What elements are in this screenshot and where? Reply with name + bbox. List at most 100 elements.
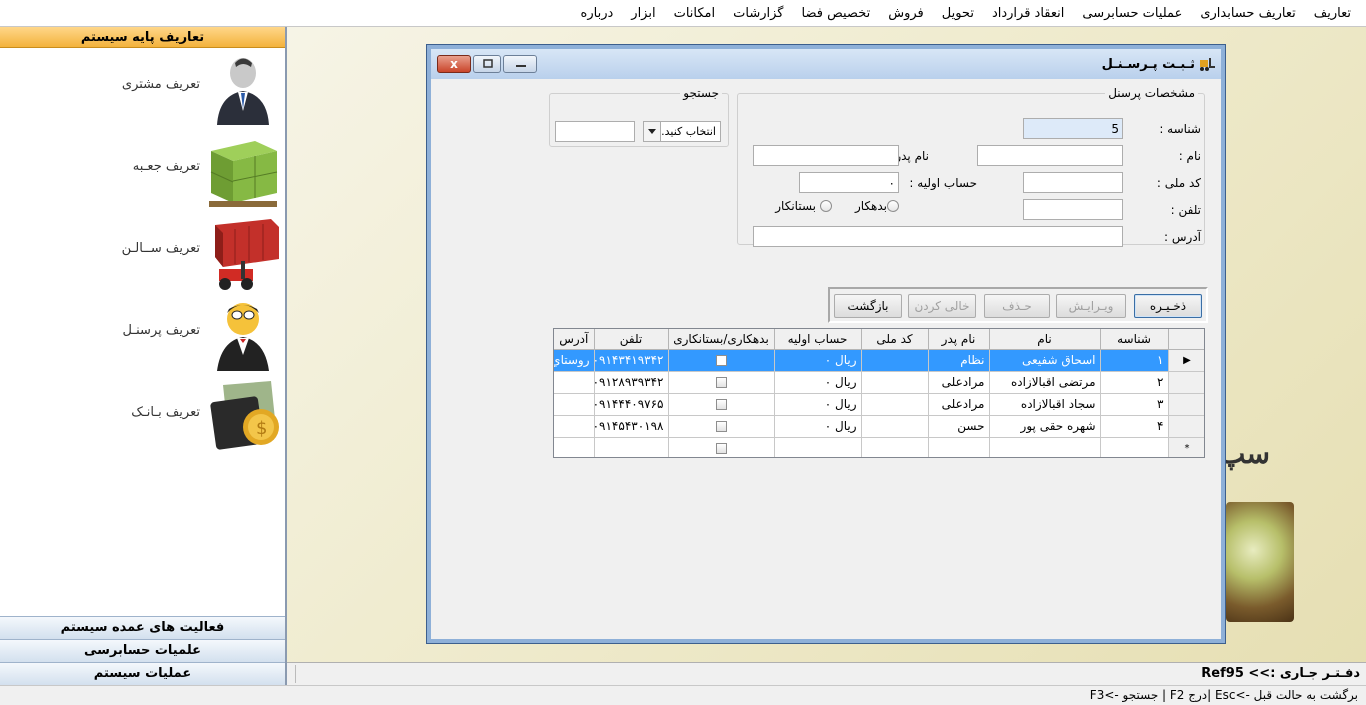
cell-initial-balance[interactable]: ریال ۰	[774, 415, 862, 438]
sidebar-section-main-activities[interactable]: فعالیت های عمده سیستم	[0, 616, 285, 639]
column-header-national-code[interactable]: کد ملی	[861, 329, 929, 350]
sidebar-section-system-operations[interactable]: عملیات سیستم	[0, 662, 285, 685]
back-button[interactable]: بازگشت	[834, 294, 902, 318]
cell-initial-balance[interactable]: ریال ۰	[774, 393, 862, 416]
menu-item-about[interactable]: درباره	[572, 0, 623, 27]
table-row[interactable]: ۳ سجاد اقبالازاده مرادعلی ریال ۰ ۰۹۱۴۴۴۰…	[554, 393, 1204, 416]
cell-name[interactable]: شهره حقی پور	[989, 415, 1101, 438]
menu-item-space-allocation[interactable]: تخصیص فضا	[792, 0, 879, 27]
cell-name[interactable]: اسحاق شفیعی	[989, 349, 1101, 372]
address-field[interactable]	[753, 226, 1123, 247]
sidebar-item-bank[interactable]: تعریف بـانـک $	[0, 377, 285, 457]
cell-address[interactable]	[554, 415, 595, 438]
father-name-field[interactable]	[753, 145, 899, 166]
cell-debit-credit[interactable]	[668, 349, 775, 372]
chevron-down-icon[interactable]	[644, 122, 661, 141]
cell-address[interactable]	[554, 437, 595, 457]
cell-national-code[interactable]	[861, 415, 929, 438]
menu-item-facilities[interactable]: امکانات	[665, 0, 725, 27]
initial-balance-field[interactable]	[799, 172, 899, 193]
creditor-radio[interactable]	[820, 200, 832, 212]
table-row[interactable]: ▶ ۱ اسحاق شفیعی نظام ریال ۰ ۰۹۱۴۳۴۱۹۳۴۲ …	[554, 349, 1204, 372]
cell-debit-credit[interactable]	[668, 371, 775, 394]
debtor-radio[interactable]	[887, 200, 899, 212]
menu-item-audit-operations[interactable]: عملیات حسابرسی	[1073, 0, 1191, 27]
dialog-titlebar[interactable]: ثـبـت پـرسـنـل x	[431, 49, 1221, 79]
edit-button[interactable]: ویـرایـش	[1056, 294, 1126, 318]
cell-national-code[interactable]	[861, 437, 929, 457]
cell-debit-credit[interactable]	[668, 393, 775, 416]
sidebar-item-box[interactable]: تعریف جعـبه	[0, 131, 285, 211]
cell-father[interactable]: مرادعلی	[928, 371, 990, 394]
close-button[interactable]: x	[437, 55, 471, 73]
cell-phone[interactable]: ۰۹۱۲۸۹۳۹۳۴۲	[594, 371, 669, 394]
column-header-address[interactable]: آدرس	[554, 329, 595, 350]
cell-national-code[interactable]	[861, 393, 929, 416]
sidebar-item-hall[interactable]: تعریف ســالـن	[0, 213, 285, 293]
column-header-initial-balance[interactable]: حساب اولیه	[774, 329, 862, 350]
column-header-phone[interactable]: تلفن	[594, 329, 669, 350]
menu-item-contract[interactable]: انعقاد قرارداد	[983, 0, 1073, 27]
delete-button[interactable]: حـذف	[984, 294, 1050, 318]
national-code-field[interactable]	[1023, 172, 1123, 193]
cell-id[interactable]: ۳	[1100, 393, 1169, 416]
cell-phone[interactable]: ۰۹۱۴۳۴۱۹۳۴۲	[594, 349, 669, 372]
debit-credit-checkbox[interactable]	[715, 443, 727, 454]
minimize-button[interactable]	[503, 55, 537, 73]
save-button[interactable]: ذخـیـره	[1134, 294, 1202, 318]
menu-item-delivery[interactable]: تحویل	[933, 0, 983, 27]
column-header-name[interactable]: نام	[989, 329, 1101, 350]
cell-phone[interactable]	[594, 437, 669, 457]
cell-name[interactable]: سجاد اقبالازاده	[989, 393, 1101, 416]
sidebar-item-customer[interactable]: تعریف مشتری	[0, 49, 285, 129]
search-input[interactable]	[555, 121, 635, 142]
cell-id[interactable]	[1100, 437, 1169, 457]
cell-id[interactable]: ۴	[1100, 415, 1169, 438]
cell-address[interactable]: روستاي بالو	[554, 349, 595, 372]
new-row[interactable]: *	[554, 437, 1204, 457]
cell-initial-balance[interactable]	[774, 437, 862, 457]
cell-phone[interactable]: ۰۹۱۴۵۴۳۰۱۹۸	[594, 415, 669, 438]
menu-item-tools[interactable]: ابزار	[622, 0, 664, 27]
phone-field[interactable]	[1023, 199, 1123, 220]
cell-father[interactable]	[928, 437, 990, 457]
search-field-select[interactable]: انتخاب کنید...	[643, 121, 721, 142]
debit-credit-checkbox[interactable]	[715, 421, 727, 432]
sidebar-header[interactable]: تعاریف پایه سیستم	[0, 27, 285, 48]
table-row[interactable]: ۲ مرتضی اقبالازاده مرادعلی ریال ۰ ۰۹۱۲۸۹…	[554, 371, 1204, 394]
menu-item-definitions[interactable]: تعاریف	[1305, 0, 1360, 27]
column-header-father[interactable]: نام پدر	[928, 329, 990, 350]
clear-button[interactable]: خالی کردن	[908, 294, 976, 318]
cell-address[interactable]	[554, 393, 595, 416]
cell-id[interactable]: ۲	[1100, 371, 1169, 394]
debit-credit-checkbox[interactable]	[715, 377, 727, 388]
menu-item-reports[interactable]: گزارشات	[724, 0, 792, 27]
cell-debit-credit[interactable]	[668, 437, 775, 457]
name-field[interactable]	[977, 145, 1123, 166]
debit-credit-checkbox[interactable]	[715, 355, 727, 366]
cell-initial-balance[interactable]: ریال ۰	[774, 349, 862, 372]
cell-national-code[interactable]	[861, 349, 929, 372]
id-field[interactable]	[1023, 118, 1123, 139]
cell-father[interactable]: حسن	[928, 415, 990, 438]
cell-name[interactable]	[989, 437, 1101, 457]
personnel-grid[interactable]: شناسه نام نام پدر کد ملی حساب اولیه بدهک…	[553, 328, 1205, 458]
debit-credit-checkbox[interactable]	[715, 399, 727, 410]
cell-father[interactable]: نظام	[928, 349, 990, 372]
cell-father[interactable]: مرادعلی	[928, 393, 990, 416]
maximize-button[interactable]	[473, 55, 501, 73]
menu-item-sales[interactable]: فروش	[879, 0, 933, 27]
menu-item-accounting-definitions[interactable]: تعاریف حسابداری	[1191, 0, 1304, 27]
column-header-id[interactable]: شناسه	[1100, 329, 1169, 350]
cell-address[interactable]	[554, 371, 595, 394]
cell-phone[interactable]: ۰۹۱۴۴۴۰۹۷۶۵	[594, 393, 669, 416]
cell-national-code[interactable]	[861, 371, 929, 394]
cell-id[interactable]: ۱	[1100, 349, 1169, 372]
sidebar-item-personnel[interactable]: تعریف پرسنـل	[0, 295, 285, 375]
sidebar-section-audit[interactable]: علمیات حسابرسی	[0, 639, 285, 662]
column-header-debit-credit[interactable]: بدهکاری/بستانکاری	[668, 329, 775, 350]
cell-name[interactable]: مرتضی اقبالازاده	[989, 371, 1101, 394]
cell-initial-balance[interactable]: ریال ۰	[774, 371, 862, 394]
table-row[interactable]: ۴ شهره حقی پور حسن ریال ۰ ۰۹۱۴۵۴۳۰۱۹۸	[554, 415, 1204, 438]
cell-debit-credit[interactable]	[668, 415, 775, 438]
